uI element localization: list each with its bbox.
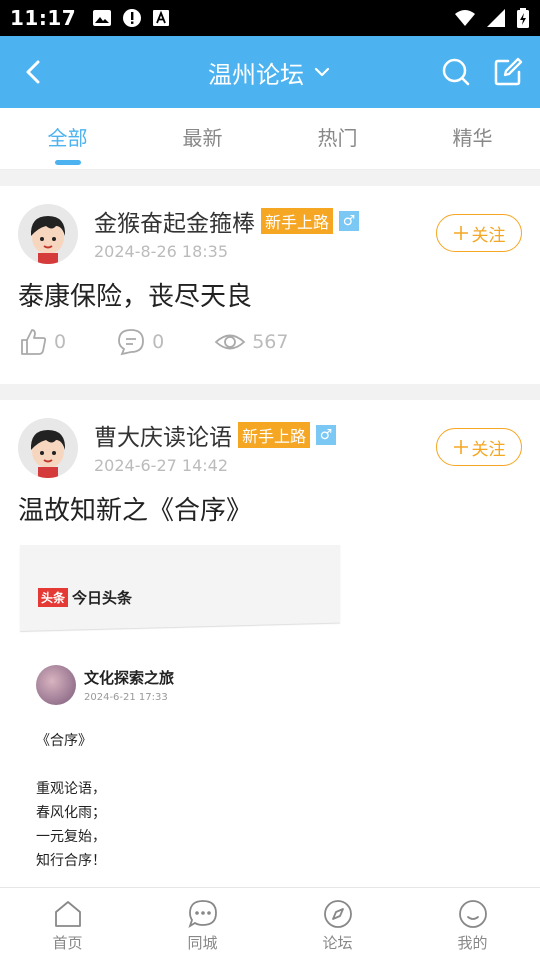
follow-button[interactable]: 关注 xyxy=(436,428,522,466)
signal-icon xyxy=(487,9,505,27)
home-icon xyxy=(54,901,81,927)
comment-button[interactable]: 0 xyxy=(116,327,164,357)
nav-home[interactable]: 首页 xyxy=(0,888,135,960)
post-date: 2024-8-26 18:35 xyxy=(94,242,228,261)
post-card[interactable]: 曹大庆读论语 新手上路 ♂ 2024-6-27 14:42 关注 温故知新之《合… xyxy=(0,400,540,960)
embed-text: 《合序》 重观论语， 春风化雨； 一元复始， 知行合序！ xyxy=(36,729,106,873)
embed-author: 文化探索之旅 2024-6-21 17:33 xyxy=(36,665,174,705)
bottom-nav: 首页 同城 论坛 我的 xyxy=(0,887,540,960)
text-a-icon xyxy=(153,10,170,26)
plus-icon xyxy=(453,226,468,240)
back-arrow-icon[interactable] xyxy=(18,56,50,88)
search-icon[interactable] xyxy=(440,56,472,88)
follow-label: 关注 xyxy=(471,225,506,246)
tab-all[interactable]: 全部 xyxy=(0,108,135,169)
male-icon: ♂ xyxy=(316,425,337,445)
app-header: 温州论坛 xyxy=(0,36,540,108)
plus-icon xyxy=(453,440,468,454)
poem-line xyxy=(36,753,106,777)
status-time: 11:17 xyxy=(10,6,77,30)
like-count: 0 xyxy=(54,331,67,353)
battery-charging-icon xyxy=(517,8,529,28)
avatar[interactable] xyxy=(18,418,78,478)
tab-featured[interactable]: 精华 xyxy=(405,108,540,169)
page-title[interactable]: 温州论坛 xyxy=(208,55,304,90)
nav-forum-label: 论坛 xyxy=(322,934,353,952)
follow-label: 关注 xyxy=(471,439,506,460)
alert-icon xyxy=(123,9,142,27)
chevron-down-icon[interactable] xyxy=(312,62,332,82)
post-actions: 0 0 567 xyxy=(18,313,522,371)
image-icon xyxy=(93,10,112,26)
edit-icon[interactable] xyxy=(492,56,524,88)
avatar[interactable] xyxy=(18,204,78,264)
poem-line: 春风化雨； xyxy=(36,805,106,821)
category-tabs: 全部 最新 热门 精华 xyxy=(0,108,540,170)
user-level-badge: 新手上路 xyxy=(261,208,334,234)
status-bar: 11:17 xyxy=(0,0,540,36)
author-name[interactable]: 金猴奋起金箍棒 xyxy=(94,204,255,238)
compass-icon xyxy=(323,900,352,928)
post-title[interactable]: 温故知新之《合序》 xyxy=(18,490,522,527)
post-card[interactable]: 金猴奋起金箍棒 新手上路 ♂ 2024-8-26 18:35 关注 泰康保险，丧… xyxy=(0,186,540,384)
nav-profile[interactable]: 我的 xyxy=(405,888,540,960)
comment-icon xyxy=(118,329,144,356)
brand-name: 今日头条 xyxy=(72,589,133,607)
tab-latest[interactable]: 最新 xyxy=(135,108,270,169)
nav-forum[interactable]: 论坛 xyxy=(270,888,405,960)
nav-profile-label: 我的 xyxy=(457,934,488,952)
nav-city-label: 同城 xyxy=(187,934,218,952)
thumbs-up-icon xyxy=(21,329,47,355)
author-name[interactable]: 曹大庆读论语 xyxy=(94,418,232,452)
chat-icon xyxy=(187,900,217,929)
poem-line: 《合序》 xyxy=(36,733,92,749)
view-stat: 567 xyxy=(214,327,288,357)
male-icon: ♂ xyxy=(339,211,360,231)
post-image[interactable]: 头条 今日头条 文化探索之旅 2024-6-21 17:33 《合序》 重观论语… xyxy=(18,545,342,890)
nav-home-label: 首页 xyxy=(52,934,83,952)
poem-line: 重观论语， xyxy=(36,781,106,797)
embed-date: 2024-6-21 17:33 xyxy=(84,692,168,703)
view-count: 567 xyxy=(252,331,289,353)
brand-mark: 头条 xyxy=(38,588,69,607)
nav-city[interactable]: 同城 xyxy=(135,888,270,960)
toutiao-logo: 头条 今日头条 xyxy=(38,587,132,608)
smile-icon xyxy=(458,900,487,928)
comment-count: 0 xyxy=(152,331,165,353)
embed-author-name: 文化探索之旅 xyxy=(84,669,175,687)
user-level-badge: 新手上路 xyxy=(238,422,311,448)
like-button[interactable]: 0 xyxy=(18,327,66,357)
post-date: 2024-6-27 14:42 xyxy=(94,456,228,475)
tab-hot[interactable]: 热门 xyxy=(270,108,405,169)
wifi-icon xyxy=(455,10,475,26)
post-title[interactable]: 泰康保险，丧尽天良 xyxy=(18,276,522,313)
eye-icon xyxy=(214,334,246,350)
follow-button[interactable]: 关注 xyxy=(436,214,522,252)
embed-avatar xyxy=(36,665,76,705)
poem-line: 知行合序！ xyxy=(36,853,106,869)
poem-line: 一元复始， xyxy=(36,829,106,845)
